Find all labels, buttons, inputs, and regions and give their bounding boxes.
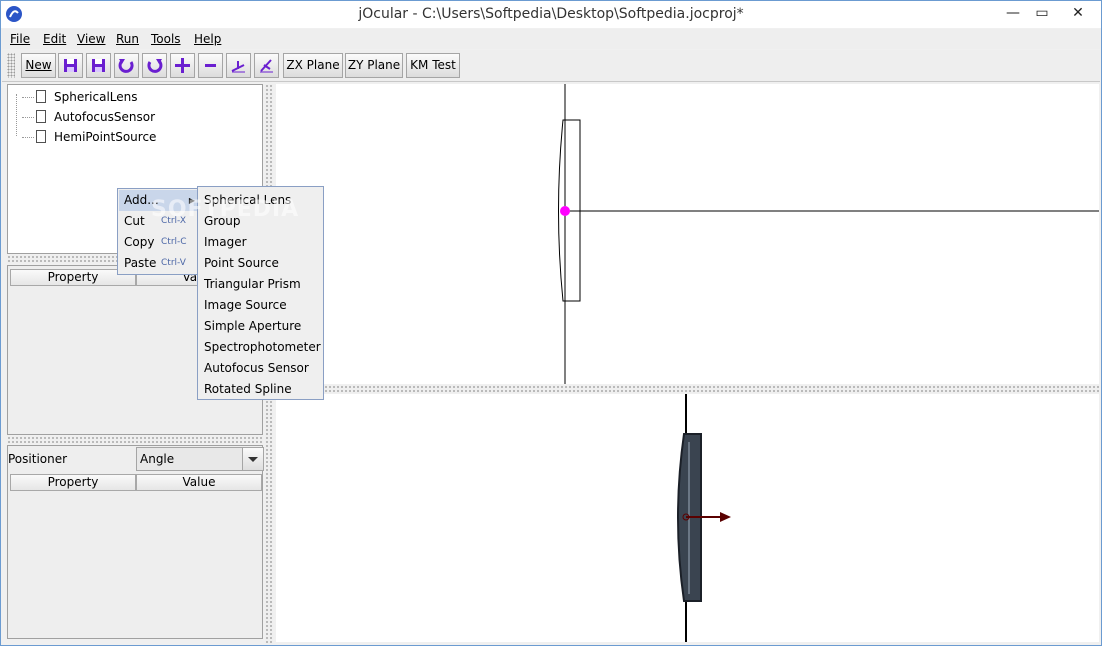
menu-edit[interactable]: Edit [43,32,66,46]
menu-help[interactable]: Help [194,32,221,46]
toolbar: New ZX Plane ZY Plane KM Test [2,50,1100,82]
undo-icon [118,59,134,73]
new-button[interactable]: New [21,53,56,78]
positioner-label: Positioner [8,452,68,466]
viewport-splitter[interactable] [276,385,1099,393]
positioner-select[interactable]: Angle [136,447,264,471]
menu-tools[interactable]: Tools [151,32,181,46]
positioner-selected-value: Angle [140,452,175,466]
save-button[interactable] [58,53,83,78]
left-splitter-bottom[interactable] [7,436,263,444]
bottom-viewport[interactable] [276,394,1099,642]
context-menu-copy[interactable]: Copy Ctrl-C [119,232,197,253]
menu-run[interactable]: Run [116,32,139,46]
optical-diagram-2d [558,84,1099,384]
top-viewport[interactable] [276,84,1099,384]
save-icon [64,59,77,72]
add-button[interactable] [170,53,195,78]
point-source-marker [560,206,570,216]
submenu-item-triangular-prism[interactable]: Triangular Prism [199,274,322,295]
menu-bar: File Edit View Run Tools Help [2,29,1100,49]
chevron-down-icon [248,457,258,462]
zy-plane-button[interactable]: ZY Plane [345,53,403,78]
title-bar: jOcular - C:\Users\Softpedia\Desktop\Sof… [1,1,1101,28]
submenu-item-simple-aperture[interactable]: Simple Aperture [199,316,322,337]
close-button[interactable]: ✕ [1061,3,1095,23]
submenu-item-image-source[interactable]: Image Source [199,295,322,316]
pen-button[interactable] [226,53,251,78]
arrow-head-icon [720,512,731,522]
window-title: jOcular - C:\Users\Softpedia\Desktop\Sof… [358,6,744,22]
submenu-item-imager[interactable]: Imager [199,232,322,253]
optical-diagram-3d [677,394,731,642]
positioner-panel: Positioner Angle Property Value [7,445,264,639]
km-test-button[interactable]: KM Test [406,53,460,78]
submenu-item-point-source[interactable]: Point Source [199,253,322,274]
dropdown-button[interactable] [242,448,263,470]
maximize-button[interactable]: ▭ [1025,3,1059,23]
app-window: jOcular - C:\Users\Softpedia\Desktop\Sof… [0,0,1102,646]
context-menu-paste[interactable]: Paste Ctrl-V [119,253,197,274]
document-icon [36,90,46,103]
shortcut-label: Ctrl-V [161,258,186,268]
pen-alt-button[interactable] [254,53,279,78]
tree-item-label: AutofocusSensor [54,110,156,124]
toolbar-grip[interactable] [7,53,15,78]
value-column-header[interactable]: Value [136,474,262,491]
remove-button[interactable] [198,53,223,78]
watermark-text: SOFTPEDIA [151,197,300,222]
shortcut-label: Ctrl-C [161,237,187,247]
redo-button[interactable] [142,53,167,78]
save-as-button[interactable] [86,53,111,78]
menu-view[interactable]: View [77,32,105,46]
zx-plane-button[interactable]: ZX Plane [283,53,343,78]
tree-item-label: HemiPointSource [54,130,157,144]
document-icon [36,130,46,143]
tree-line [16,94,17,136]
tree-item-label: SphericalLens [54,90,138,104]
undo-button[interactable] [114,53,139,78]
menu-file[interactable]: File [10,32,30,46]
remove-icon [205,64,216,67]
pen-alt-icon [260,59,273,73]
submenu-item-spectrophotometer[interactable]: Spectrophotometer [199,337,322,358]
add-icon [175,58,190,73]
save-as-icon [92,59,105,72]
submenu-item-autofocus-sensor[interactable]: Autofocus Sensor [199,358,322,379]
document-icon [36,110,46,123]
property-column-header[interactable]: Property [10,474,136,491]
redo-icon [147,59,163,73]
pen-icon [231,61,245,73]
submenu-item-rotated-spline[interactable]: Rotated Spline [199,379,322,400]
